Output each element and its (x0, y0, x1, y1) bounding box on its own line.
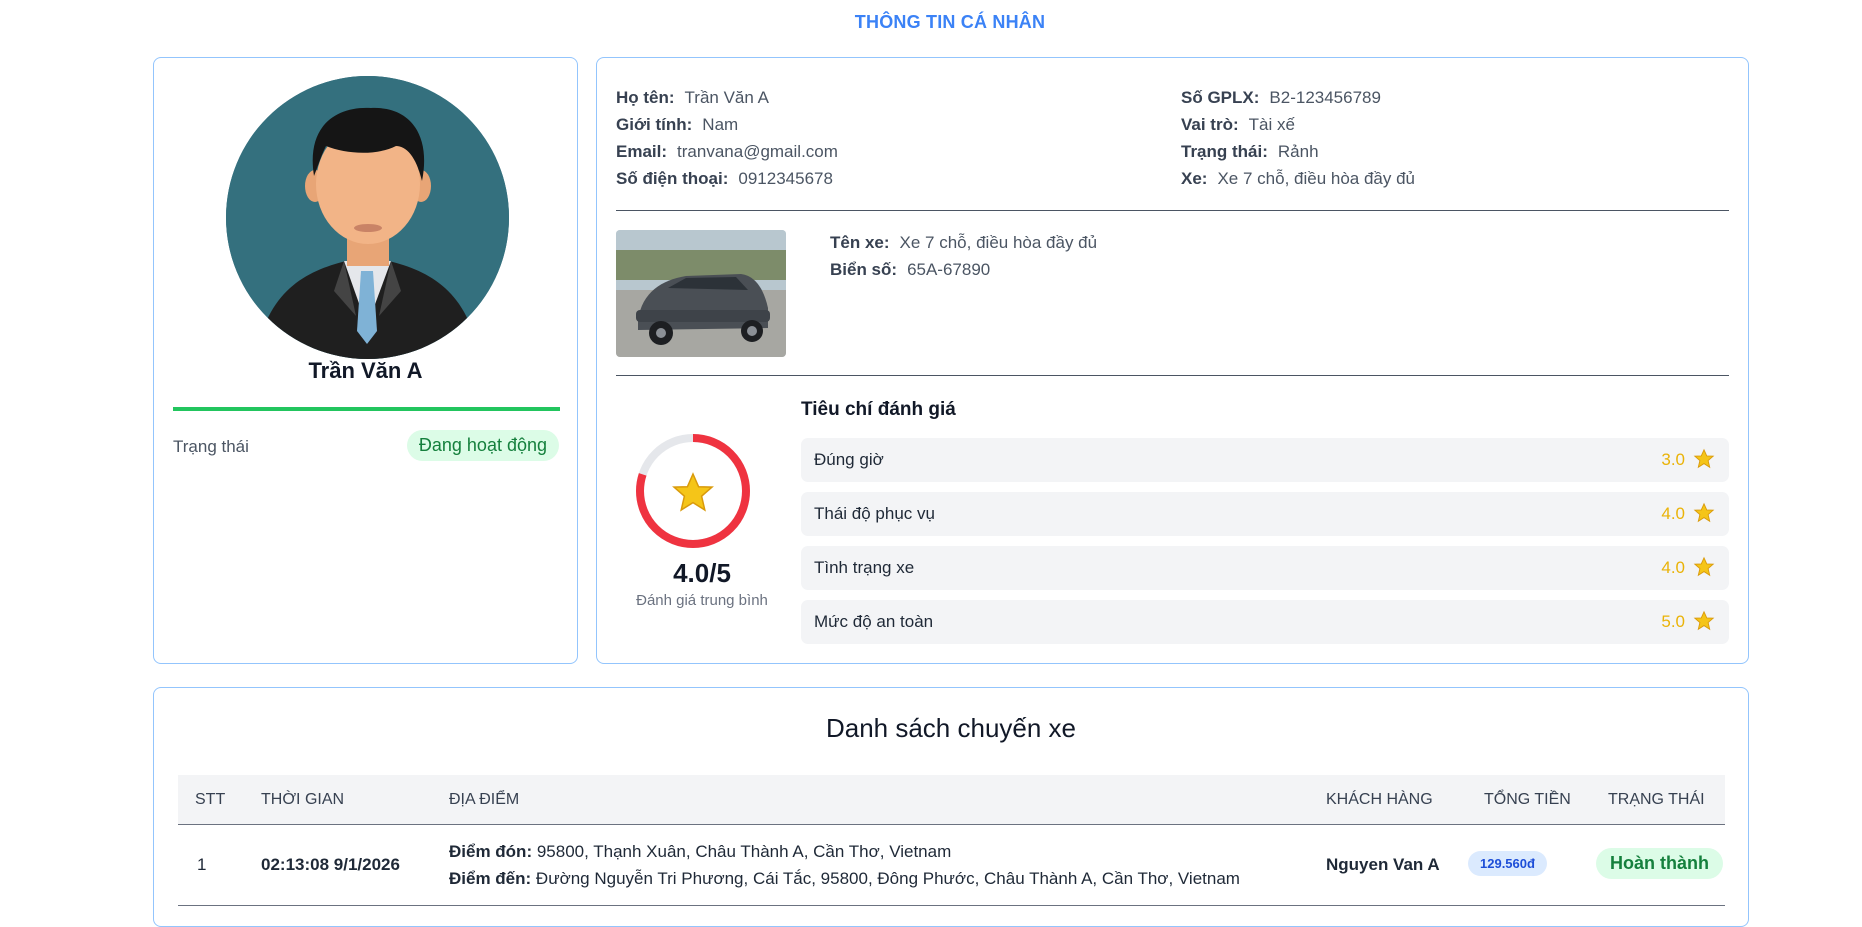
column-header-index: STT (195, 791, 226, 808)
column-header-customer: KHÁCH HÀNG (1326, 791, 1433, 808)
trips-title: Danh sách chuyến xe (825, 713, 1077, 743)
criteria-label: Thái độ phục vụ (814, 504, 935, 523)
info-gender: Giới tính: Nam (616, 115, 739, 134)
criteria-label: Tình trạng xe (814, 558, 915, 577)
criteria-row: Tình trạng xe 4.0 (801, 546, 1729, 590)
star-icon (1693, 556, 1715, 577)
column-header-status: TRẠNG THÁI (1608, 791, 1705, 808)
status-badge: Đang hoạt động (406, 430, 559, 461)
person-avatar-icon (226, 76, 509, 359)
rating-caption: Đánh giá trung bình (636, 592, 768, 609)
criteria-title: Tiêu chí đánh giá (801, 399, 956, 420)
info-full-name: Họ tên: Trần Văn A (616, 88, 769, 107)
profile-name: Trần Văn A (308, 358, 423, 383)
row-divider (178, 905, 1725, 906)
trip-dropoff: Điểm đến: Đường Nguyễn Tri Phương, Cái T… (449, 869, 1240, 888)
table-header: STT THỜI GIAN ĐỊA ĐIỂM KHÁCH HÀNG TỔNG T… (178, 775, 1725, 825)
column-header-location: ĐỊA ĐIỂM (449, 791, 520, 808)
status-label: Trạng thái (173, 437, 249, 456)
info-email: Email: tranvana@gmail.com (616, 142, 838, 161)
criteria-score: 3.0 (1661, 450, 1685, 469)
star-icon (1693, 448, 1715, 469)
status-divider (173, 407, 560, 411)
info-card: Họ tên: Trần Văn A Giới tính: Nam Email: tr… (596, 57, 1749, 664)
avatar (226, 76, 509, 359)
info-vehicle: Xe: Xe 7 chỗ, điều hòa đầy đủ (1181, 169, 1416, 188)
car-plate: Biển số: 65A-67890 (830, 260, 991, 279)
column-header-total: TỔNG TIỀN (1484, 791, 1571, 808)
trip-time: 02:13:08 9/1/2026 (261, 855, 400, 874)
trip-status-badge: Hoàn thành (1596, 848, 1723, 879)
criteria-score: 4.0 (1661, 504, 1685, 523)
rating-ring (636, 434, 750, 548)
info-license: Số GPLX: B2-123456789 (1181, 88, 1381, 107)
criteria-label: Đúng giờ (814, 450, 884, 469)
divider (616, 375, 1729, 376)
info-role: Vai trò: Tài xế (1181, 115, 1295, 134)
info-phone: Số điện thoại: 0912345678 (616, 169, 833, 188)
criteria-row: Đúng giờ 3.0 (801, 438, 1729, 482)
rating-average: 4.0/5 (673, 558, 731, 588)
criteria-score: 4.0 (1661, 558, 1685, 577)
trips-card: Danh sách chuyến xe STT THỜI GIAN ĐỊA ĐI… (153, 687, 1749, 927)
car-name: Tên xe: Xe 7 chỗ, điều hòa đầy đủ (830, 233, 1098, 252)
column-header-time: THỜI GIAN (261, 791, 345, 808)
criteria-score: 5.0 (1661, 612, 1685, 631)
trip-pickup: Điểm đón: 95800, Thạnh Xuân, Châu Thành … (449, 842, 952, 861)
car-photo-icon (616, 230, 786, 357)
car-image (616, 230, 786, 357)
page-title: THÔNG TIN CÁ NHÂN (854, 12, 1046, 32)
criteria-label: Mức độ an toàn (814, 612, 934, 631)
star-icon (672, 472, 714, 512)
star-icon (1693, 502, 1715, 523)
trip-customer: Nguyen Van A (1326, 855, 1440, 874)
divider (616, 210, 1729, 211)
info-state: Trạng thái: Rảnh (1181, 142, 1319, 161)
criteria-row: Mức độ an toàn 5.0 (801, 600, 1729, 644)
criteria-row: Thái độ phục vụ 4.0 (801, 492, 1729, 536)
star-icon (1693, 610, 1715, 631)
trip-total-badge: 129.560đ (1468, 851, 1547, 876)
profile-card: Trần Văn A Trạng thái Đang hoạt động (153, 57, 578, 664)
trip-index: 1 (197, 855, 207, 874)
